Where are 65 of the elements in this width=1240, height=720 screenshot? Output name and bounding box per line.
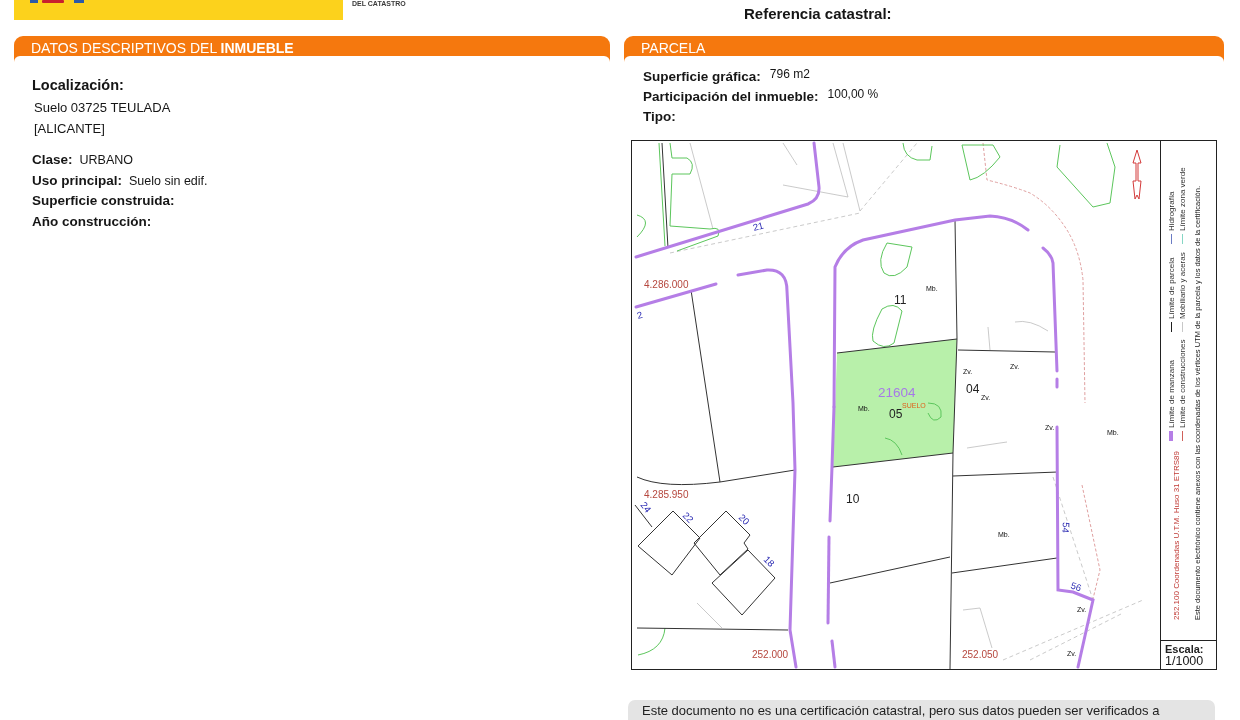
house-number: 2 (635, 308, 644, 321)
field-label: Uso principal: (32, 171, 122, 190)
building-outline (711, 549, 776, 616)
field-label: Tipo: (643, 108, 676, 126)
section-header: PARCELA (624, 36, 1224, 62)
coordinate-label: 252.050 (962, 649, 999, 660)
block-reference: 21604 (878, 385, 916, 400)
sidewalk-line (696, 602, 723, 629)
vegetation-outline (902, 142, 933, 161)
parcel-boundary-line (634, 504, 653, 528)
sidewalk-line (962, 607, 993, 649)
parcel-number: 11 (894, 293, 907, 307)
block-boundary-line (830, 639, 837, 669)
scale-label: Escala: (1165, 643, 1205, 655)
house-number: 56 (1069, 579, 1083, 594)
field-label: Participación del inmueble: (643, 88, 819, 106)
sidewalk-line (966, 441, 1008, 449)
parcel-number: 04 (966, 382, 980, 396)
address-line: Suelo 03725 TEULADA (34, 99, 172, 117)
field-value: 796 m2 (769, 67, 810, 82)
vegetation-outline (1056, 142, 1116, 208)
parcel-number: 05 (889, 407, 903, 421)
field-label: Año construcción: (32, 212, 152, 231)
emblem-icon (30, 0, 84, 3)
vegetation-outline (637, 627, 666, 656)
legend-label: Límite de manzana (1166, 359, 1177, 428)
coordinate-system-label: 252.100 Coordenadas U.T.M. Huso 31 ETRS89 (1172, 451, 1182, 620)
field-value: 100,00 % (827, 87, 879, 102)
field-label: Superficie construida: (32, 192, 175, 210)
vegetation-outline (871, 304, 903, 348)
house-number: 24 (638, 499, 654, 515)
field-value: URBANO (79, 152, 133, 169)
vegetation-outline (884, 437, 903, 456)
legend-label: Mobiliario y aceras (1177, 251, 1188, 319)
legend-label: Límite de construcciones (1177, 339, 1188, 428)
building-outline (693, 510, 751, 576)
north-arrow-icon (1132, 149, 1142, 200)
reference-label: Referencia catastral: (744, 5, 892, 22)
coordinate-label: 252.000 (752, 649, 789, 660)
house-number: 22 (680, 509, 696, 525)
sidewalk-line (1014, 321, 1049, 332)
sidewalk-line (987, 326, 991, 351)
house-number: 20 (736, 511, 752, 527)
vegetation-outline (880, 242, 913, 277)
notice-banner: Este documento no es una certificación catastral, pero sus datos pueden ser verificados a (628, 700, 1215, 720)
field-label: Superficie gráfica: (643, 68, 761, 86)
house-number: 21 (751, 219, 765, 233)
scale-value: 1/1000 (1165, 655, 1205, 668)
section-header: DATOS DESCRIPTIVOS DEL INMUEBLE (14, 36, 610, 62)
vegetation-outline (961, 144, 1001, 181)
coordinate-label: 4.285.950 (644, 489, 689, 500)
legend-label: Hidrografía (1166, 191, 1177, 231)
legend-label: Límite zona verde (1177, 167, 1188, 231)
parcel-number: 10 (846, 492, 860, 506)
house-number: 18 (761, 553, 777, 569)
field-value: Suelo sin edif. (129, 172, 208, 190)
vegetation-outline (927, 402, 942, 421)
coordinate-label: 4.286.000 (644, 279, 689, 290)
field-label: Clase: (32, 151, 73, 169)
address-line: [ALICANTE] (34, 120, 106, 138)
field-label: Localización: (32, 76, 125, 94)
block-boundary-line (1055, 377, 1059, 389)
legend-label: Límite de parcela (1166, 257, 1177, 319)
vegetation-outline (636, 214, 646, 238)
house-number: 54 (1060, 521, 1072, 534)
